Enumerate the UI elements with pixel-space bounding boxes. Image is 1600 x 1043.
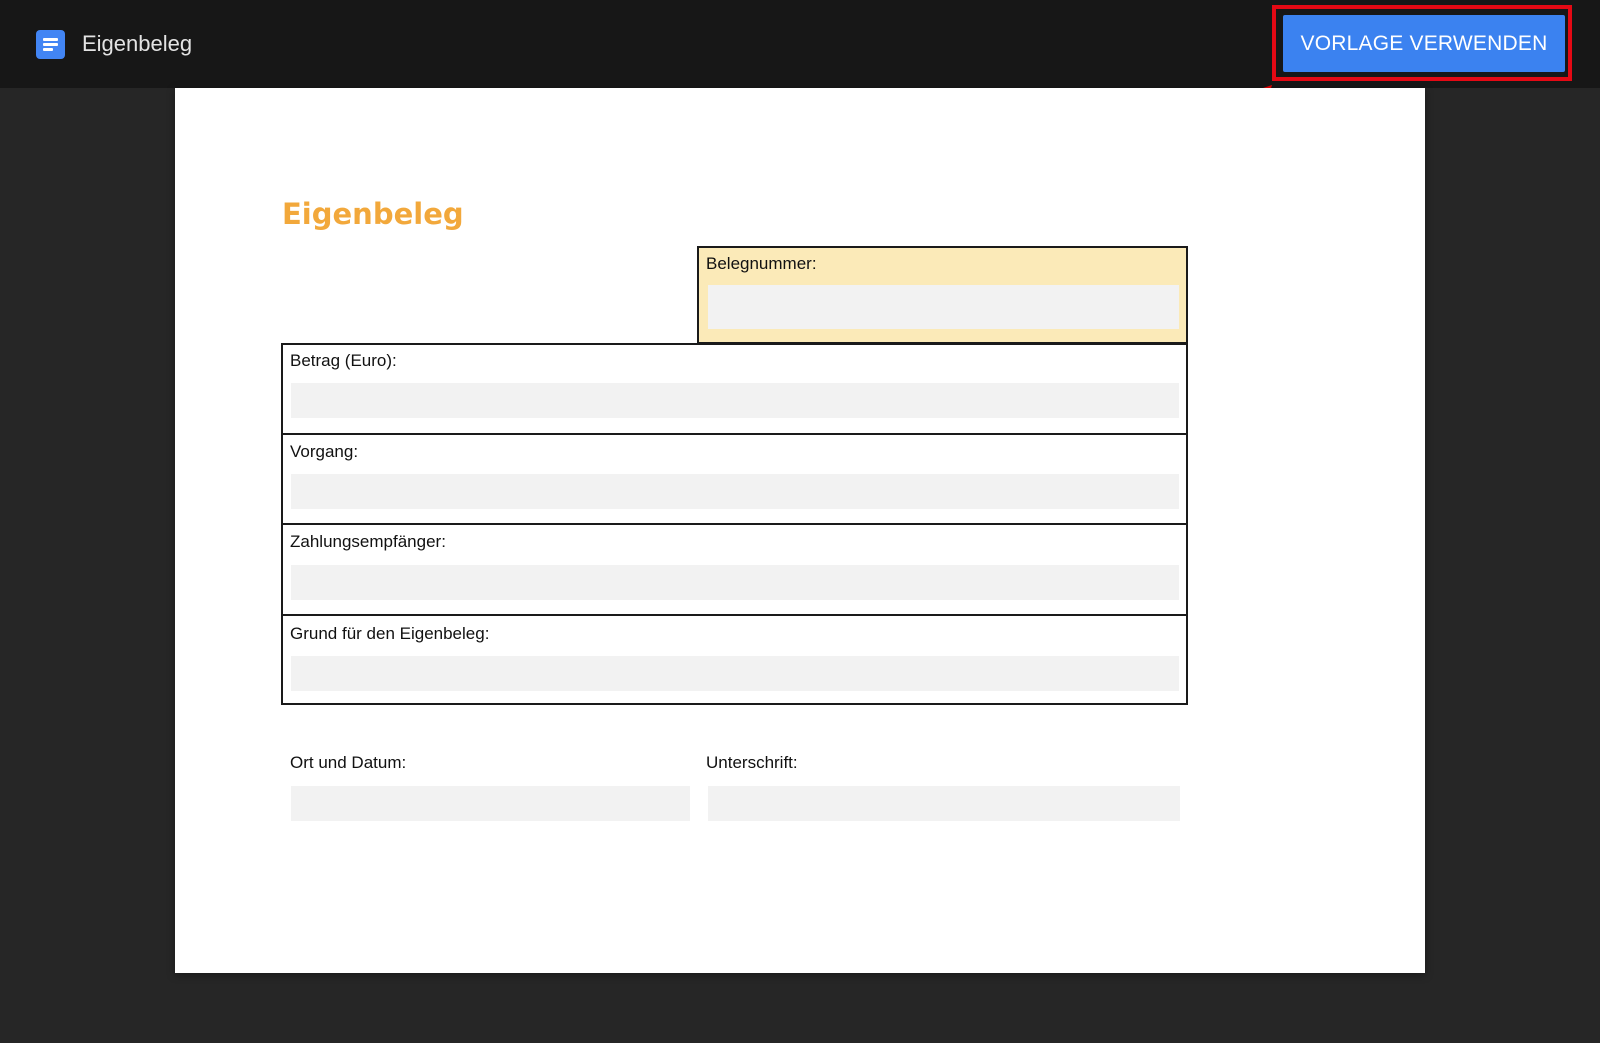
grund-label: Grund für den Eigenbeleg: xyxy=(290,624,490,643)
unterschrift-label: Unterschrift: xyxy=(706,753,798,772)
ort-datum-label: Ort und Datum: xyxy=(290,753,407,772)
zahlungsempfaenger-input[interactable] xyxy=(291,565,1179,600)
betrag-input[interactable] xyxy=(291,383,1179,418)
row-divider xyxy=(281,433,1188,435)
use-template-button[interactable]: VORLAGE VERWENDEN xyxy=(1283,15,1565,72)
row-divider xyxy=(281,614,1188,616)
ort-datum-input[interactable] xyxy=(291,786,690,821)
docs-icon[interactable] xyxy=(36,30,65,59)
vorgang-input[interactable] xyxy=(291,474,1179,509)
vorgang-label: Vorgang: xyxy=(290,442,359,461)
belegnummer-label: Belegnummer: xyxy=(706,254,817,273)
top-bar: Eigenbeleg VORLAGE VERWENDEN xyxy=(0,0,1600,88)
zahlungsempfaenger-label: Zahlungsempfänger: xyxy=(290,532,446,551)
app-title: Eigenbeleg xyxy=(82,31,193,56)
row-divider xyxy=(281,523,1188,525)
document-title: Eigenbeleg xyxy=(282,197,464,231)
betrag-label: Betrag (Euro): xyxy=(290,351,397,370)
belegnummer-input[interactable] xyxy=(708,285,1179,329)
grund-input[interactable] xyxy=(291,656,1179,691)
document-page: Eigenbeleg Belegnummer: Betrag (Euro): V… xyxy=(175,88,1425,973)
unterschrift-input[interactable] xyxy=(708,786,1180,821)
